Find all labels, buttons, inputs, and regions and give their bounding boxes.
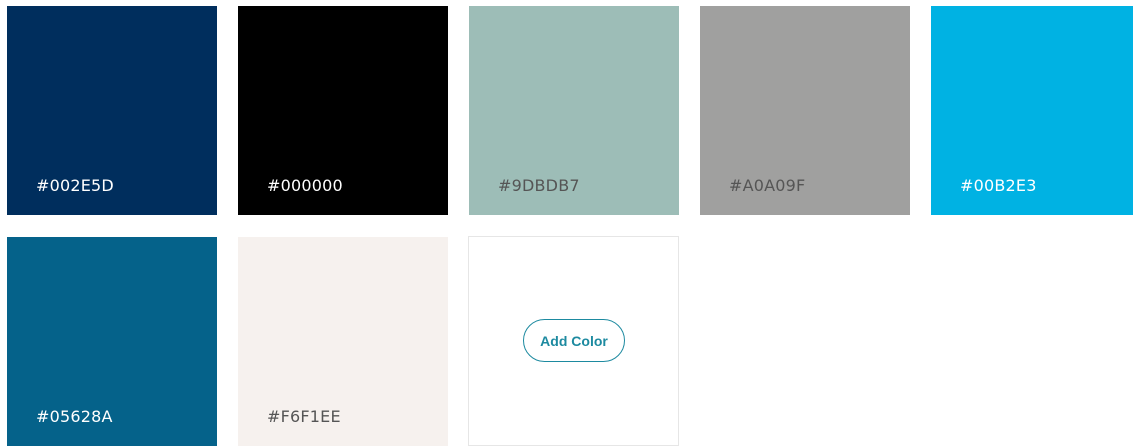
- color-swatch[interactable]: #002E5D: [7, 6, 217, 215]
- swatch-hex-label: #9DBDB7: [498, 176, 580, 195]
- color-swatch[interactable]: #F6F1EE: [238, 237, 448, 446]
- swatch-hex-label: #002E5D: [36, 176, 114, 195]
- add-color-tile: Add Color: [468, 236, 679, 446]
- color-swatch[interactable]: #05628A: [7, 237, 217, 446]
- add-color-button[interactable]: Add Color: [523, 319, 625, 362]
- color-swatch[interactable]: #9DBDB7: [469, 6, 679, 215]
- swatch-hex-label: #F6F1EE: [267, 407, 341, 426]
- color-swatch[interactable]: #000000: [238, 6, 448, 215]
- swatch-hex-label: #000000: [267, 176, 343, 195]
- swatch-hex-label: #05628A: [36, 407, 113, 426]
- color-swatch[interactable]: #00B2E3: [931, 6, 1133, 215]
- swatch-hex-label: #00B2E3: [960, 176, 1037, 195]
- color-swatch[interactable]: #A0A09F: [700, 6, 910, 215]
- swatch-hex-label: #A0A09F: [729, 176, 806, 195]
